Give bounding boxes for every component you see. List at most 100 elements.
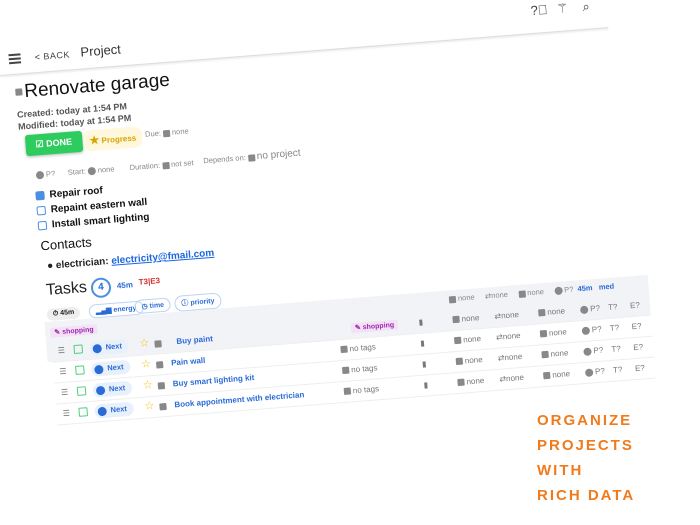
due-label: Due: [144, 128, 162, 139]
checkbox[interactable] [37, 220, 48, 231]
task-checkbox[interactable] [75, 365, 85, 375]
alarm-field[interactable]: none [538, 306, 565, 317]
priority-field[interactable]: P? [581, 325, 602, 336]
drag-handle-icon[interactable]: ☰ [57, 346, 65, 356]
star-icon: ★ [88, 134, 100, 148]
time-filter[interactable]: ◷ time [134, 297, 172, 315]
marketing-line: WITH [537, 462, 584, 479]
calendar-icon [448, 295, 457, 303]
alarm-field[interactable]: none [539, 327, 567, 338]
time-value[interactable]: T? [613, 365, 623, 375]
contact-email-link[interactable]: electricity@fmail.com [111, 248, 215, 267]
priority-icon [553, 286, 563, 296]
task-tag[interactable]: ✎ shopping [350, 319, 399, 334]
help-icon[interactable]: ?⃝ [530, 2, 548, 18]
back-button[interactable]: < BACK [34, 49, 70, 62]
calendar-icon [454, 337, 462, 345]
depends-label: Depends on: [203, 152, 247, 166]
calendar-field[interactable]: none [457, 376, 485, 387]
star-icon[interactable]: ☆ [144, 399, 155, 413]
edit-icon[interactable] [157, 382, 166, 390]
checkbox-checked[interactable] [35, 190, 45, 201]
chevron-right-icon [95, 385, 106, 395]
energy-estimate: E3 [149, 276, 161, 286]
energy-value[interactable]: E? [631, 321, 641, 331]
note-icon[interactable]: ▮ [423, 380, 428, 389]
task-name-link[interactable]: Buy paint [176, 334, 213, 346]
magic-wand-icon[interactable]: ⚚ [556, 0, 569, 17]
time-value[interactable]: T? [608, 302, 618, 312]
menu-icon[interactable] [8, 53, 22, 65]
priority-field[interactable]: P? [35, 169, 56, 180]
filter-label: 45m [60, 308, 75, 317]
status-button[interactable]: Next [90, 359, 132, 377]
checkbox[interactable] [36, 205, 47, 216]
repeat-value: none [505, 372, 525, 384]
energy-value[interactable]: E? [633, 342, 643, 352]
drag-handle-icon[interactable]: ☰ [62, 409, 70, 419]
repeat-value: none [502, 330, 521, 342]
marketing-line: ORGANIZE [537, 412, 633, 429]
tag-label: no tags [350, 363, 378, 375]
alarm-field[interactable]: none [543, 369, 570, 380]
edit-icon [161, 161, 170, 170]
alarm-icon [518, 289, 526, 298]
edit-icon[interactable] [159, 402, 167, 411]
note-icon[interactable]: ▮ [422, 359, 427, 368]
project-title[interactable]: Renovate garage [15, 70, 171, 104]
edit-icon[interactable] [15, 88, 23, 97]
priority-field[interactable]: P? [584, 366, 605, 377]
star-icon[interactable]: ☆ [142, 378, 153, 392]
start-field[interactable]: Start: none [68, 164, 115, 177]
alarm-field[interactable]: none [541, 348, 569, 359]
filter-label: energy [113, 305, 137, 314]
star-icon[interactable]: ☆ [141, 357, 152, 371]
checklist-label: Repair roof [49, 185, 104, 201]
repeat-field[interactable]: ⇄none [494, 310, 519, 321]
status-button[interactable]: Next [89, 338, 130, 356]
status-button[interactable]: Next [94, 401, 135, 419]
task-tag[interactable]: no tags [343, 384, 380, 396]
task-name-link[interactable]: Book appointment with electrician [174, 390, 305, 409]
task-checkbox[interactable] [76, 386, 87, 396]
priority-icon [579, 305, 589, 315]
duration-field[interactable]: Duration: not set [129, 158, 194, 172]
task-name-link[interactable]: Pain wall [171, 356, 206, 368]
task-tag[interactable]: no tags [342, 363, 378, 375]
due-field[interactable]: Due: none [145, 126, 189, 138]
edit-icon[interactable] [155, 361, 164, 369]
drag-handle-icon[interactable]: ☰ [59, 367, 67, 377]
priority-icon [583, 347, 592, 356]
tag-label: no tags [352, 384, 380, 396]
calendar-field[interactable]: none [455, 355, 483, 366]
repeat-field[interactable]: ⇄none [497, 352, 522, 363]
energy-value[interactable]: E? [635, 363, 645, 373]
note-icon[interactable]: ▮ [418, 318, 423, 327]
done-button[interactable]: ☑ DONE [24, 130, 83, 157]
progress-button[interactable]: ★ Progress [82, 126, 143, 152]
task-checkbox[interactable] [73, 344, 84, 355]
alarm-icon [539, 330, 548, 338]
note-icon[interactable]: ▮ [420, 339, 425, 348]
tasks-heading: Tasks [45, 278, 88, 300]
status-button[interactable]: Next [92, 380, 133, 398]
task-name-link[interactable]: Buy smart lighting kit [172, 373, 254, 388]
time-value[interactable]: T? [611, 344, 621, 354]
task-checkbox[interactable] [78, 407, 89, 417]
task-tag[interactable]: no tags [340, 342, 376, 354]
edit-icon [340, 345, 348, 354]
calendar-field[interactable]: none [454, 334, 481, 345]
priority-field[interactable]: P? [579, 304, 600, 315]
calendar-field[interactable]: none [452, 313, 480, 324]
drag-handle-icon[interactable]: ☰ [61, 388, 69, 398]
repeat-field[interactable]: ⇄none [496, 331, 521, 342]
star-icon[interactable]: ☆ [139, 336, 150, 350]
checklist-item[interactable]: Repair roof [35, 185, 103, 201]
edit-icon[interactable] [154, 340, 162, 348]
repeat-field[interactable]: ⇄none [499, 373, 524, 384]
time-value[interactable]: T? [609, 323, 619, 333]
priority-field[interactable]: P? [583, 346, 604, 357]
energy-value[interactable]: E? [630, 301, 640, 311]
search-icon[interactable]: ⌕ [582, 0, 591, 15]
depends-field[interactable]: Depends on: no project [203, 148, 301, 167]
